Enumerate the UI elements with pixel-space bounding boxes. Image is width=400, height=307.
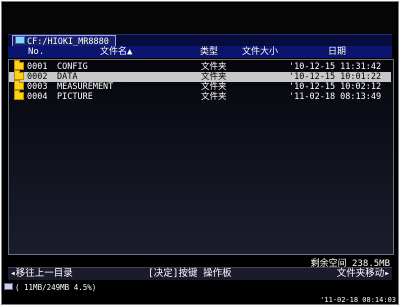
column-date[interactable]: 日期	[328, 46, 346, 58]
file-date: '11-02-18 08:13:49	[289, 92, 382, 102]
confirm-key-hint: [决定]按键 操作板	[148, 268, 232, 279]
function-bar: ◂移往上一目录 [决定]按键 操作板 文件夹移动▸	[8, 267, 392, 280]
column-header: No. 文件名▲ 类型 文件大小 日期	[8, 46, 392, 58]
column-no[interactable]: No.	[28, 46, 44, 58]
file-name: DATA	[57, 72, 78, 82]
folder-icon	[14, 80, 24, 90]
column-size[interactable]: 文件大小	[242, 46, 278, 58]
file-no: 0004	[27, 92, 48, 102]
file-browser-screen: CF:/HIOKI_MR8880 No. 文件名▲ 类型 文件大小 日期 000…	[1, 1, 399, 305]
file-row-data[interactable]: 0002 DATA 文件夹 '10-12-15 10:01:22	[9, 70, 391, 82]
file-name: MEASUREMENT	[57, 82, 114, 92]
cf-card-icon	[4, 283, 13, 290]
go-up-directory-button[interactable]: ◂移往上一目录	[10, 268, 73, 280]
storage-status: ( 11MB/249MB 4.5%)	[4, 283, 96, 292]
file-row-config[interactable]: 0001 CONFIG 文件夹 '10-12-15 11:31:42	[9, 60, 391, 72]
file-row-measurement[interactable]: 0003 MEASUREMENT 文件夹 '10-12-15 10:02:12	[9, 80, 391, 92]
storage-usage: ( 11MB/249MB 4.5%)	[15, 283, 97, 292]
file-no: 0003	[27, 82, 48, 92]
folder-icon	[14, 90, 24, 100]
column-name[interactable]: 文件名▲	[100, 46, 132, 58]
file-date: '10-12-15 10:02:12	[289, 82, 382, 92]
file-no: 0001	[27, 62, 48, 72]
folder-icon	[14, 70, 24, 80]
clock: '11-02-18 08:14:03	[320, 296, 396, 304]
file-name: PICTURE	[57, 92, 93, 102]
file-no: 0002	[27, 72, 48, 82]
column-type[interactable]: 类型	[200, 46, 218, 58]
file-type: 文件夹	[201, 82, 227, 92]
file-list: 0001 CONFIG 文件夹 '10-12-15 11:31:42 0002 …	[8, 59, 394, 255]
file-date: '10-12-15 11:31:42	[289, 62, 382, 72]
file-type: 文件夹	[201, 62, 227, 72]
file-name: CONFIG	[57, 62, 88, 72]
file-date: '10-12-15 10:01:22	[289, 72, 382, 82]
top-bar	[3, 4, 396, 34]
folder-icon	[14, 60, 24, 70]
file-row-picture[interactable]: 0004 PICTURE 文件夹 '11-02-18 08:13:49	[9, 90, 391, 102]
folder-move-button[interactable]: 文件夹移动▸	[337, 268, 390, 280]
file-type: 文件夹	[201, 72, 227, 82]
cf-card-icon	[15, 36, 25, 44]
file-type: 文件夹	[201, 92, 227, 102]
